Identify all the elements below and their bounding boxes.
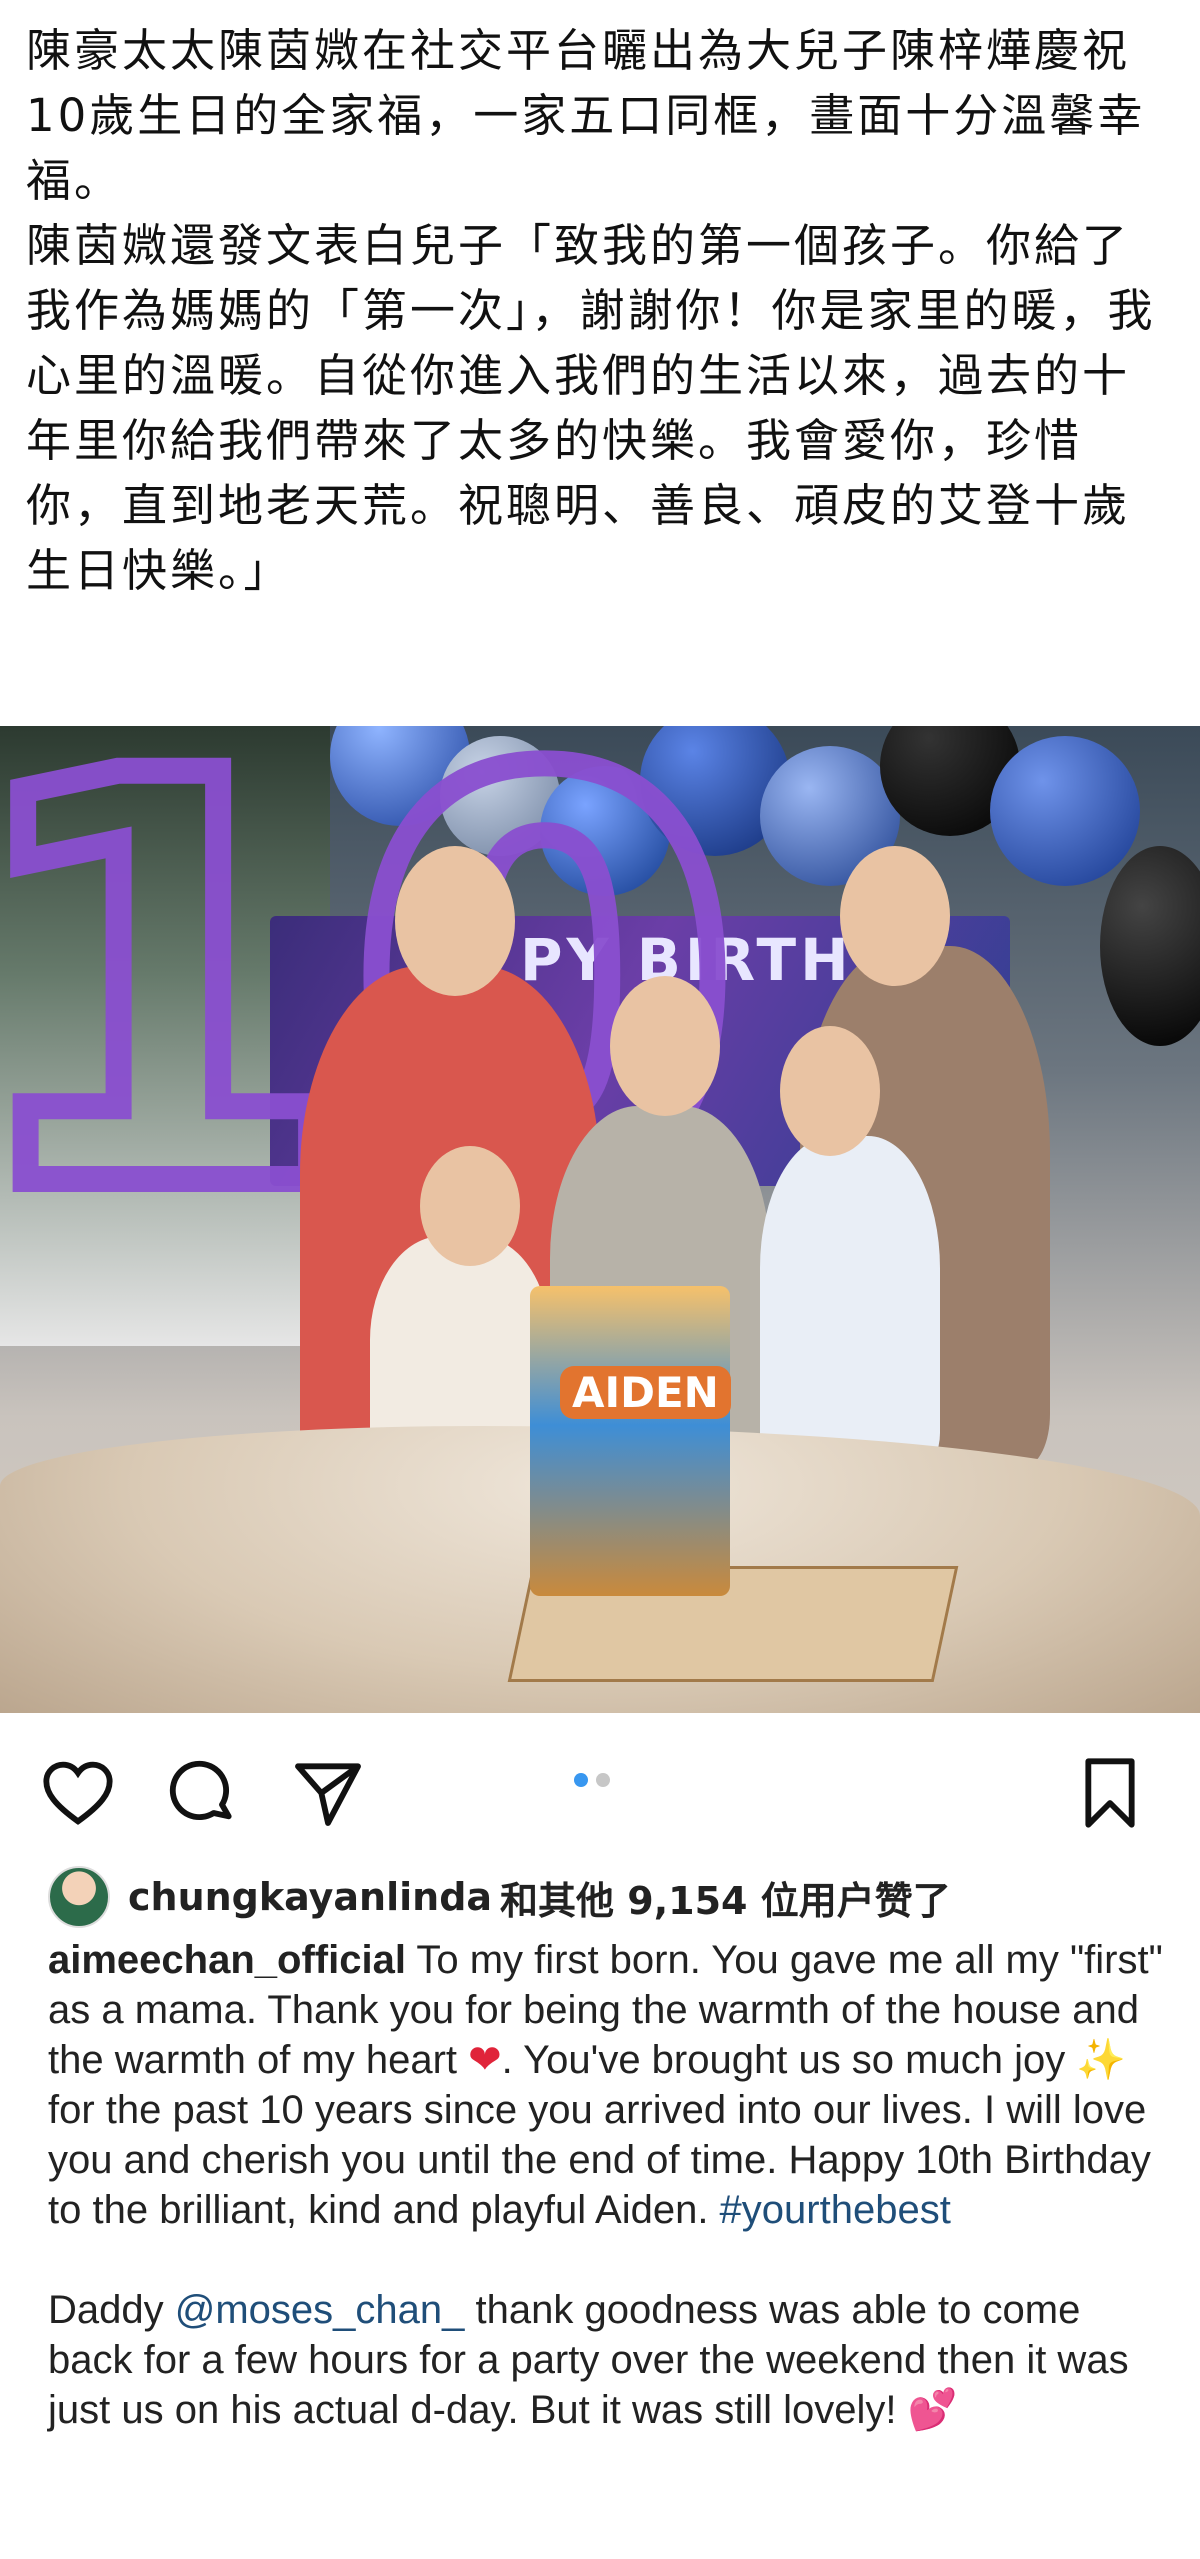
mention-link[interactable]: @moses_chan_ (175, 2288, 465, 2332)
two-hearts-emoji: 💕 (907, 2388, 958, 2432)
post-caption: aimeechan_official To my first born. You… (48, 1935, 1168, 2435)
sparkles-emoji: ✨ (1076, 2038, 1127, 2082)
carousel-dot (596, 1773, 610, 1787)
family-photo[interactable]: PY BIRTHD 10 AIDEN (0, 726, 1200, 1713)
article-text: 陳豪太太陳茵媺在社交平台曬出為大兒子陳梓燁慶祝10歲生日的全家福，一家五口同框，… (26, 18, 1176, 603)
birthday-cake (530, 1286, 730, 1596)
caption-paragraph-1: aimeechan_official To my first born. You… (48, 1935, 1168, 2235)
likes-count-text[interactable]: 和其他 9,154 位用户赞了 (500, 1870, 951, 1925)
caption-text-4: Daddy (48, 2288, 175, 2332)
caption-text-3: for the past 10 years since you arrived … (48, 2088, 1151, 2232)
liker-username[interactable]: chungkayanlinda (128, 1875, 492, 1919)
heart-icon[interactable] (38, 1753, 118, 1833)
red-heart-emoji: ❤ (468, 2038, 502, 2082)
avatar[interactable] (48, 1866, 110, 1928)
article-paragraph-2: 陳茵媺還發文表白兒子「致我的第一個孩子。你給了我作為媽媽的「第一次」，謝謝你！你… (26, 219, 1156, 597)
send-icon[interactable] (288, 1753, 368, 1833)
likes-summary[interactable]: chungkayanlinda 和其他 9,154 位用户赞了 (48, 1862, 951, 1932)
caption-username[interactable]: aimeechan_official (48, 1938, 406, 1982)
caption-paragraph-2: Daddy @moses_chan_ thank goodness was ab… (48, 2285, 1168, 2435)
daughter-head (420, 1146, 520, 1266)
balloon (1100, 846, 1200, 1046)
carousel-indicator (574, 1772, 618, 1791)
older-son-head (610, 976, 720, 1116)
bookmark-icon[interactable] (1070, 1753, 1150, 1833)
younger-son (760, 1136, 940, 1466)
younger-son-head (780, 1026, 880, 1156)
cake-label: AIDEN (560, 1366, 731, 1419)
article-paragraph-1: 陳豪太太陳茵媺在社交平台曬出為大兒子陳梓燁慶祝10歲生日的全家福，一家五口同框，… (26, 24, 1146, 207)
carousel-dot-active (574, 1773, 588, 1787)
mother-head (840, 846, 950, 986)
hashtag-link[interactable]: #yourthebest (720, 2188, 951, 2232)
balloon (990, 736, 1140, 886)
father-head (395, 846, 515, 996)
comment-icon[interactable] (162, 1753, 242, 1833)
caption-text-2: . You've brought us so much joy (501, 2038, 1077, 2082)
